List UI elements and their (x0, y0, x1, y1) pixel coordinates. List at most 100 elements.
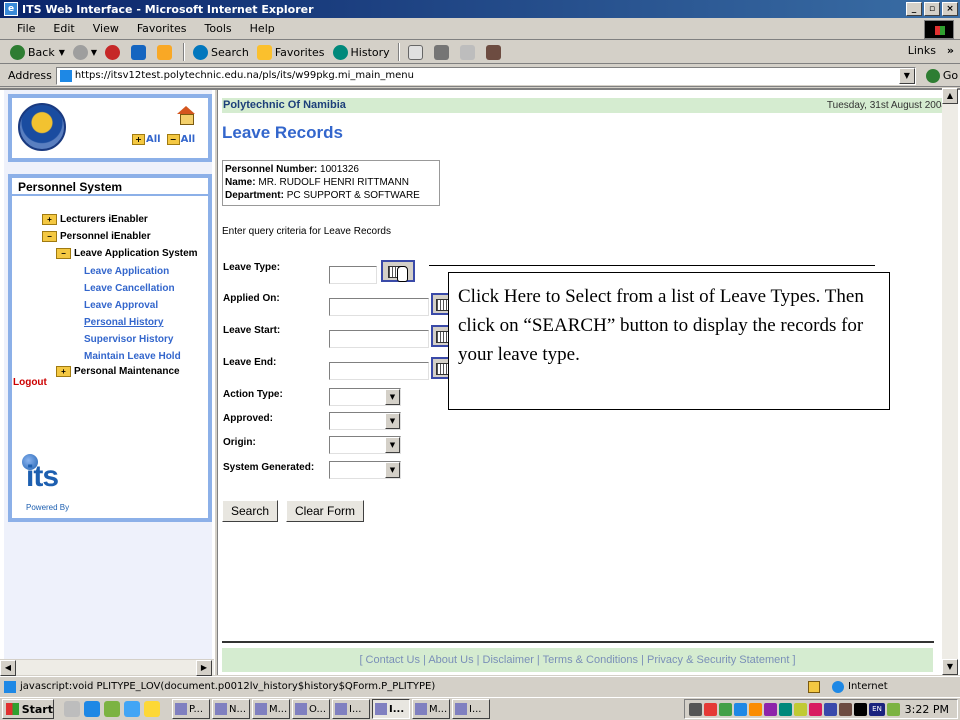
vertical-scrollbar[interactable]: ▲ ▼ (942, 88, 958, 675)
chevron-down-icon[interactable]: ▼ (385, 462, 400, 478)
scroll-up-icon[interactable]: ▲ (942, 88, 958, 104)
search-button[interactable]: Search (189, 42, 253, 62)
tray-icon[interactable] (764, 702, 777, 716)
app-icon[interactable] (144, 701, 160, 717)
leave-type-lov-button[interactable] (381, 260, 415, 282)
chevron-down-icon[interactable]: ▼ (91, 48, 97, 57)
link-leave-approval[interactable]: Leave Approval (84, 300, 158, 311)
task-button-active[interactable]: I... (372, 699, 410, 719)
expand-all-button[interactable]: + All (132, 134, 161, 145)
tray-icon[interactable] (689, 702, 702, 716)
task-button[interactable]: N... (212, 699, 250, 719)
applied-on-input[interactable] (329, 298, 429, 316)
home-button[interactable] (153, 42, 179, 62)
link-leave-application[interactable]: Leave Application (84, 266, 169, 277)
tray-icon[interactable] (887, 702, 900, 716)
tree-controls: + All − All (132, 134, 195, 145)
maximize-button[interactable]: ▫ (924, 2, 940, 16)
link-personal-history[interactable]: Personal History (84, 317, 163, 328)
leave-start-input[interactable] (329, 330, 429, 348)
system-generated-select[interactable]: ▼ (329, 461, 401, 479)
menu-tools[interactable]: Tools (196, 22, 241, 35)
refresh-button[interactable] (127, 42, 153, 62)
left-horizontal-scrollbar[interactable]: ◀ ▶ (0, 659, 214, 676)
task-button[interactable]: M... (252, 699, 290, 719)
tree-item-personnel-ienabler[interactable]: − Personnel iEnabler (42, 231, 151, 242)
scroll-down-icon[interactable]: ▼ (942, 659, 958, 675)
task-button[interactable]: O... (292, 699, 330, 719)
tray-icon[interactable] (794, 702, 807, 716)
task-button[interactable]: I... (332, 699, 370, 719)
tree-item-personal-maintenance[interactable]: + Personal Maintenance (56, 366, 180, 377)
menu-file[interactable]: File (8, 22, 44, 35)
tray-icon[interactable] (824, 702, 837, 716)
go-button[interactable]: Go (925, 68, 958, 83)
mail-icon[interactable] (64, 701, 80, 717)
tray-icon[interactable] (809, 702, 822, 716)
leave-type-input[interactable] (329, 266, 377, 284)
link-leave-cancellation[interactable]: Leave Cancellation (84, 283, 175, 294)
links-chevron-icon[interactable]: » (947, 44, 954, 57)
approved-select[interactable]: ▼ (329, 412, 401, 430)
back-button[interactable]: Back ▼ (6, 42, 69, 62)
chevron-down-icon[interactable]: ▼ (59, 48, 65, 57)
tray-icon[interactable] (734, 702, 747, 716)
print-button[interactable] (430, 42, 456, 62)
link-maintain-leave-hold[interactable]: Maintain Leave Hold (84, 351, 181, 362)
tray-icon[interactable] (854, 702, 867, 716)
forward-button[interactable]: ▼ (69, 42, 101, 62)
collapse-all-button[interactable]: − All (166, 134, 195, 145)
address-input[interactable]: https://itsv12test.polytechnic.edu.na/pl… (55, 66, 916, 85)
tree-item-lecturers-ienabler[interactable]: + Lecturers iEnabler (42, 214, 148, 225)
edit-button[interactable] (456, 42, 482, 62)
task-button[interactable]: P... (172, 699, 210, 719)
chevron-down-icon[interactable]: ▼ (385, 389, 400, 405)
chevron-down-icon[interactable]: ▼ (898, 67, 915, 84)
menu-help[interactable]: Help (241, 22, 284, 35)
menu-favorites[interactable]: Favorites (128, 22, 196, 35)
ie-icon[interactable] (84, 701, 100, 717)
history-button[interactable]: History (329, 42, 394, 62)
footer-links[interactable]: [ Contact Us | About Us | Disclaimer | T… (222, 648, 933, 672)
home-icon[interactable] (175, 106, 195, 125)
link-supervisor-history[interactable]: Supervisor History (84, 334, 173, 345)
system-clock[interactable]: 3:22 PM (905, 703, 949, 716)
logout-link[interactable]: Logout (13, 377, 47, 388)
tray-icon[interactable] (719, 702, 732, 716)
action-type-select[interactable]: ▼ (329, 388, 401, 406)
ie-icon[interactable] (124, 701, 140, 717)
language-indicator[interactable]: EN (869, 702, 885, 716)
ie-icon: e (4, 2, 18, 16)
scroll-left-icon[interactable]: ◀ (0, 660, 16, 676)
start-button[interactable]: Start (2, 699, 54, 719)
favorites-button[interactable]: Favorites (253, 42, 329, 62)
leave-end-input[interactable] (329, 362, 429, 380)
close-button[interactable]: × (942, 2, 958, 16)
menu-edit[interactable]: Edit (44, 22, 83, 35)
tray-icon[interactable] (749, 702, 762, 716)
scroll-right-icon[interactable]: ▶ (196, 660, 212, 676)
tree-item-leave-application-system[interactable]: − Leave Application System (56, 248, 198, 259)
clear-form-button[interactable]: Clear Form (286, 500, 365, 522)
folder-minus-icon: − (166, 134, 180, 145)
search-button[interactable]: Search (222, 500, 279, 522)
origin-select[interactable]: ▼ (329, 436, 401, 454)
menu-bar: File Edit View Favorites Tools Help (0, 18, 960, 40)
tray-icon[interactable] (779, 702, 792, 716)
tray-icon[interactable] (704, 702, 717, 716)
app-icon[interactable] (104, 701, 120, 717)
task-button[interactable]: I... (452, 699, 490, 719)
tray-icon[interactable] (839, 702, 852, 716)
system-tray: EN 3:22 PM (684, 699, 958, 719)
minimize-button[interactable]: _ (906, 2, 922, 16)
chevron-down-icon[interactable]: ▼ (385, 413, 400, 429)
chevron-down-icon[interactable]: ▼ (385, 437, 400, 453)
mail-button[interactable] (404, 42, 430, 62)
menu-view[interactable]: View (84, 22, 128, 35)
discuss-button[interactable] (482, 42, 508, 62)
links-toolbar[interactable]: Links (908, 44, 936, 57)
lock-icon (808, 680, 820, 693)
task-button[interactable]: M... (412, 699, 450, 719)
window-controls: _ ▫ × (906, 2, 958, 16)
stop-button[interactable] (101, 42, 127, 62)
